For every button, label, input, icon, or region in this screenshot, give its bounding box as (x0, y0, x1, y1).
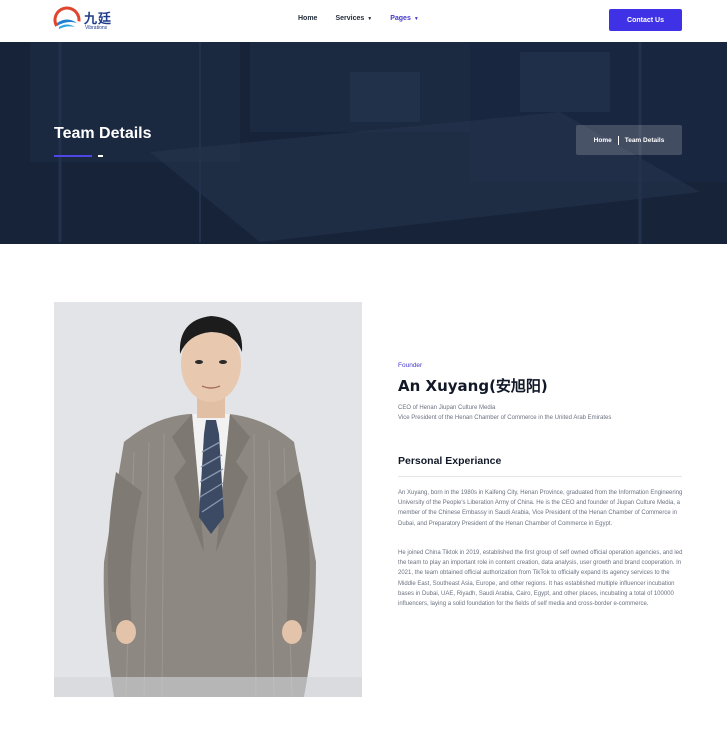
experience-paragraph-2: He joined China Tiktok in 2019, establis… (398, 550, 683, 608)
founder-portrait (54, 302, 362, 697)
site-header: 九廷 Vibrations Home Services ▼ Pages ▼ Co… (0, 0, 727, 42)
logo-icon (53, 6, 81, 34)
portrait-image (54, 302, 362, 697)
breadcrumb: Home Team Details (576, 125, 682, 155)
founder-name: An Xuyang(安旭阳) (398, 377, 548, 395)
nav-home-label: Home (298, 15, 318, 22)
chevron-down-icon: ▼ (367, 15, 373, 22)
founder-title-1: CEO of Henan Jiupan Culture Media (398, 405, 496, 411)
title-underline (54, 155, 92, 157)
nav-home[interactable]: Home (298, 15, 317, 22)
founder-role: Founder (398, 362, 423, 369)
logo-english-text: Vibrations (85, 25, 108, 31)
nav-pages[interactable]: Pages ▼ (390, 15, 419, 22)
breadcrumb-separator (617, 135, 619, 145)
nav-services[interactable]: Services ▼ (335, 15, 372, 22)
site-logo[interactable]: 九廷 Vibrations (53, 6, 117, 36)
section-divider (398, 476, 682, 477)
nav-pages-label: Pages (390, 15, 411, 22)
chevron-down-icon: ▼ (413, 15, 419, 22)
experience-paragraph-1: An Xuyang, born in the 1980s in Kaifeng … (398, 490, 683, 527)
main-nav: Home Services ▼ Pages ▼ (298, 15, 419, 22)
page-banner: Team Details Home Team Details (0, 42, 727, 244)
page-title: Team Details (54, 125, 152, 142)
experience-heading: Personal Experiance (398, 455, 502, 467)
breadcrumb-home-link[interactable]: Home (594, 137, 612, 144)
title-dash (98, 155, 103, 157)
founder-title-2: Vice President of the Henan Chamber of C… (398, 415, 612, 421)
breadcrumb-current: Team Details (624, 136, 665, 144)
nav-services-label: Services (335, 15, 365, 22)
contact-us-button[interactable]: Contact Us (609, 9, 682, 31)
